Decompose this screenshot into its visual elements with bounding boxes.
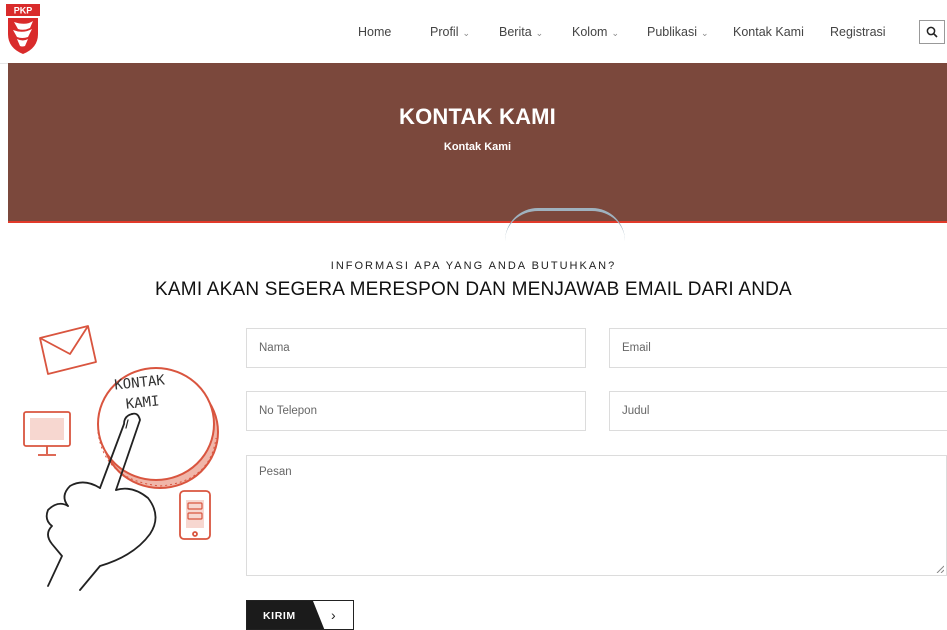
nav-kolom[interactable]: Kolom ⌄ — [572, 25, 619, 39]
chevron-down-icon: ⌄ — [462, 28, 471, 38]
chevron-right-icon: › — [331, 607, 336, 623]
judul-field[interactable] — [609, 391, 947, 431]
contact-illustration: KONTAK KAMI — [23, 325, 219, 591]
kirim-button[interactable]: KIRIM › — [246, 600, 354, 630]
search-button[interactable] — [919, 20, 945, 44]
resize-handle-icon[interactable] — [936, 565, 944, 573]
breadcrumb: Kontak Kami — [443, 141, 512, 153]
page-banner: KONTAK KAMI Kontak Kami — [8, 63, 947, 221]
nav-publikasi-label: Publikasi — [647, 25, 698, 39]
telepon-input[interactable] — [247, 392, 585, 430]
nama-input[interactable] — [247, 329, 585, 367]
page-title: KONTAK KAMI — [399, 104, 556, 129]
judul-input[interactable] — [610, 392, 947, 430]
nav-profil-label: Profil — [430, 25, 459, 39]
banner-arc-decoration — [505, 208, 625, 241]
nav-berita[interactable]: Berita ⌄ — [499, 25, 543, 39]
nav-registrasi[interactable]: Registrasi — [830, 25, 886, 39]
section-headline: KAMI AKAN SEGERA MERESPON DAN MENJAWAB E… — [155, 279, 792, 300]
section-kicker: INFORMASI APA YANG ANDA BUTUHKAN? — [330, 260, 617, 272]
kirim-button-label: KIRIM — [263, 610, 296, 622]
pesan-textarea[interactable] — [247, 456, 946, 575]
pesan-field[interactable] — [246, 455, 947, 576]
nav-home[interactable]: Home — [358, 25, 391, 39]
email-field[interactable] — [609, 328, 947, 368]
chevron-down-icon: ⌄ — [611, 28, 619, 38]
telepon-field[interactable] — [246, 391, 586, 431]
main-nav: Home Profil ⌄ Berita ⌄ Kolom ⌄ Publikasi ⌄ K… — [0, 0, 947, 63]
search-icon — [926, 26, 938, 38]
banner-accent-line — [8, 221, 947, 223]
chevron-down-icon: ⌄ — [535, 28, 544, 38]
nav-publikasi[interactable]: Publikasi ⌄ — [647, 25, 709, 39]
monitor-icon — [23, 411, 71, 456]
envelope-icon — [39, 325, 97, 375]
nama-field[interactable] — [246, 328, 586, 368]
phone-icon — [179, 490, 211, 540]
nav-profil[interactable]: Profil ⌄ — [430, 25, 470, 39]
chevron-down-icon: ⌄ — [701, 28, 709, 38]
nav-kolom-label: Kolom — [572, 25, 608, 39]
site-header: PKP Home Profil ⌄ Berita ⌄ Kolom ⌄ Publikas… — [0, 0, 947, 64]
nav-kontak-kami[interactable]: Kontak Kami — [733, 25, 804, 39]
nav-berita-label: Berita — [499, 25, 532, 39]
email-input[interactable] — [610, 329, 947, 367]
